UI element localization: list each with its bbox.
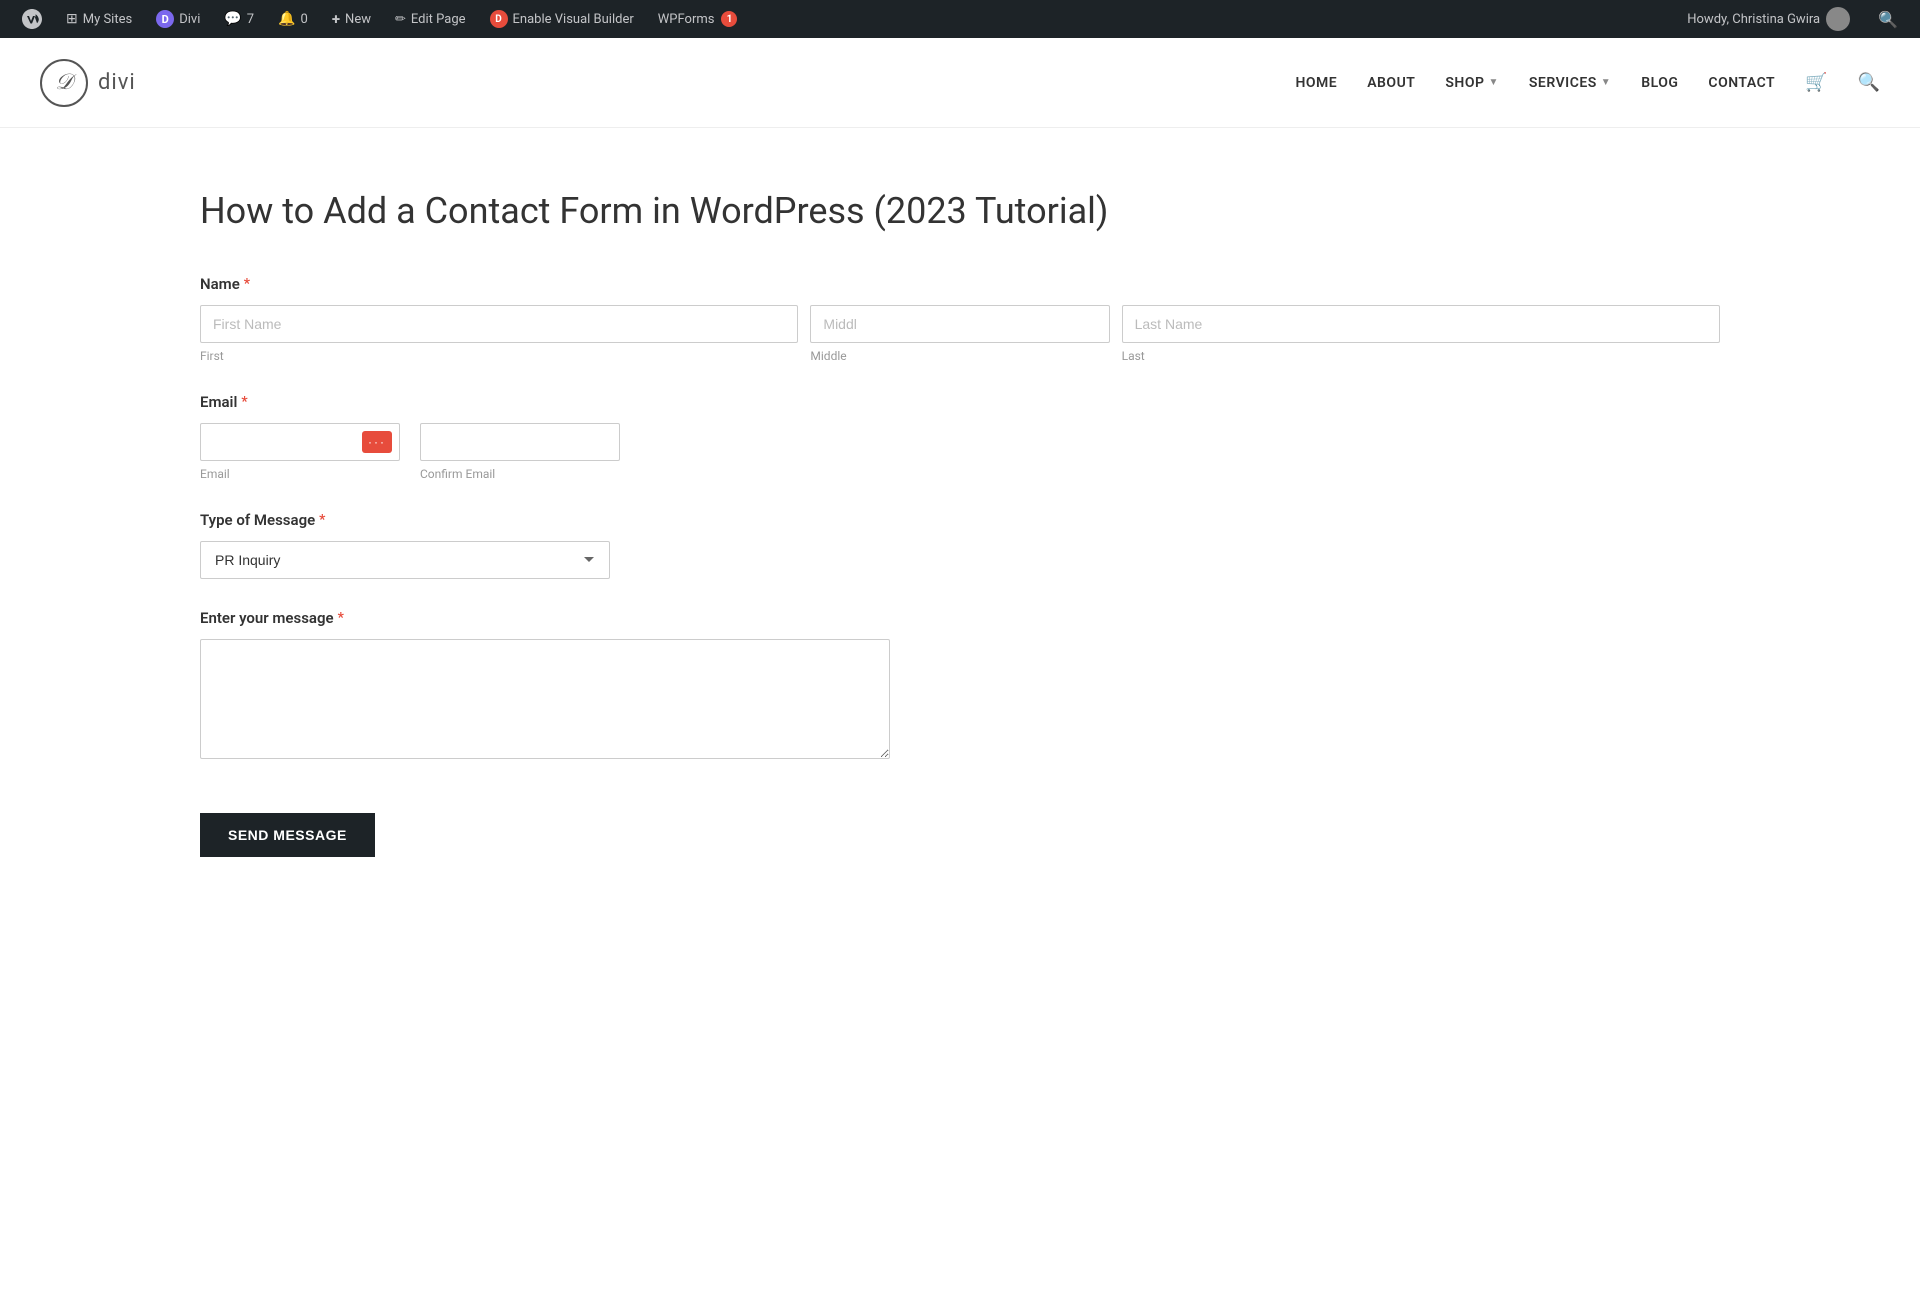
pending-count: 0 (301, 12, 308, 27)
enable-visual-builder-link[interactable]: D Enable Visual Builder (480, 0, 644, 38)
site-header: 𝒟 divi Home About Shop ▼ Services ▼ Blog… (0, 38, 1920, 128)
page-title: How to Add a Contact Form in WordPress (… (200, 188, 1720, 235)
pending-icon: 🔔 (278, 11, 295, 27)
services-dropdown-icon: ▼ (1601, 77, 1611, 88)
comments-link[interactable]: 💬 7 (214, 0, 264, 38)
nav-services[interactable]: Services ▼ (1529, 75, 1611, 91)
site-nav: Home About Shop ▼ Services ▼ Blog Contac… (1295, 72, 1880, 93)
wordpress-logo-link[interactable] (12, 0, 52, 38)
middle-name-wrapper: Middle (810, 305, 1109, 363)
new-link[interactable]: + New (322, 0, 381, 38)
shop-dropdown-icon: ▼ (1488, 77, 1498, 88)
email-label: Email * (200, 393, 1720, 411)
type-required-star: * (319, 512, 325, 528)
cart-icon[interactable]: 🛒 (1805, 72, 1827, 93)
nav-shop[interactable]: Shop ▼ (1445, 75, 1499, 91)
name-required-star: * (244, 276, 250, 292)
new-label: New (345, 12, 371, 27)
my-sites-link[interactable]: ⊞ My Sites (56, 0, 142, 38)
wordpress-icon (22, 9, 42, 29)
divi-label: Divi (179, 12, 200, 27)
logo-letter: 𝒟 (55, 70, 73, 95)
submit-button[interactable]: Send Message (200, 813, 375, 857)
message-type-select[interactable]: PR Inquiry General Inquiry Support Other (200, 541, 610, 579)
pending-link[interactable]: 🔔 0 (268, 0, 318, 38)
comments-count: 7 (247, 12, 254, 27)
email-sub-label: Email (200, 467, 400, 481)
nav-home[interactable]: Home (1295, 75, 1337, 91)
avatar (1826, 7, 1850, 31)
main-content: How to Add a Contact Form in WordPress (… (0, 128, 1920, 937)
confirm-email-input[interactable] (420, 423, 620, 461)
name-fields-row: First Middle Last (200, 305, 1720, 363)
message-type-field-group: Type of Message * PR Inquiry General Inq… (200, 511, 1720, 579)
first-sub-label: First (200, 349, 798, 363)
divi-link[interactable]: D Divi (146, 0, 210, 38)
visual-builder-icon: D (490, 10, 508, 28)
first-name-input[interactable] (200, 305, 798, 343)
howdy-section: Howdy, Christina Gwira (1679, 7, 1858, 31)
confirm-email-sub-label: Confirm Email (420, 467, 620, 481)
pencil-icon: ✏ (395, 12, 406, 27)
wpforms-badge: 1 (721, 11, 737, 27)
nav-search-icon[interactable]: 🔍 (1858, 72, 1880, 93)
message-textarea[interactable] (200, 639, 890, 759)
site-logo[interactable]: 𝒟 divi (40, 59, 136, 107)
last-name-input[interactable] (1122, 305, 1720, 343)
first-name-wrapper: First (200, 305, 798, 363)
email-required-star: * (241, 394, 247, 410)
admin-bar-left: ⊞ My Sites D Divi 💬 7 🔔 0 + New ✏ Edit P… (12, 0, 1679, 38)
dots-icon: ··· (368, 435, 386, 449)
type-of-message-label: Type of Message * (200, 511, 1720, 529)
last-name-wrapper: Last (1122, 305, 1720, 363)
edit-page-label: Edit Page (411, 12, 466, 27)
middle-sub-label: Middle (810, 349, 1109, 363)
admin-search-icon[interactable]: 🔍 (1868, 10, 1908, 29)
email-wrapper: ··· Email (200, 423, 400, 481)
howdy-text: Howdy, Christina Gwira (1687, 12, 1820, 27)
logo-brand-name: divi (98, 70, 136, 95)
name-field-group: Name * First Middle Last (200, 275, 1720, 363)
comment-bubble-icon: 💬 (224, 11, 241, 27)
divi-d-icon: D (156, 10, 174, 28)
enable-visual-builder-label: Enable Visual Builder (513, 12, 634, 27)
nav-about[interactable]: About (1367, 75, 1415, 91)
email-dots-button[interactable]: ··· (362, 431, 392, 453)
message-field-label: Enter your message * (200, 609, 1720, 627)
message-field-group: Enter your message * (200, 609, 1720, 763)
nav-blog[interactable]: Blog (1641, 75, 1678, 91)
name-label: Name * (200, 275, 1720, 293)
email-fields-row: ··· Email Confirm Email (200, 423, 1720, 481)
message-required-star: * (338, 610, 344, 626)
last-sub-label: Last (1122, 349, 1720, 363)
edit-page-link[interactable]: ✏ Edit Page (385, 0, 476, 38)
wpforms-label: WPForms (658, 12, 715, 27)
admin-bar: ⊞ My Sites D Divi 💬 7 🔔 0 + New ✏ Edit P… (0, 0, 1920, 38)
admin-bar-right: Howdy, Christina Gwira 🔍 (1679, 7, 1908, 31)
logo-circle: 𝒟 (40, 59, 88, 107)
contact-form: Name * First Middle Last (200, 275, 1720, 857)
nav-contact[interactable]: Contact (1708, 75, 1775, 91)
my-sites-label: My Sites (83, 12, 132, 27)
plus-icon: + (332, 10, 340, 28)
middle-name-input[interactable] (810, 305, 1109, 343)
email-field-group: Email * ··· Email Confirm Email (200, 393, 1720, 481)
wpforms-link[interactable]: WPForms 1 (648, 0, 748, 38)
sites-icon: ⊞ (66, 11, 78, 27)
confirm-email-wrapper: Confirm Email (420, 423, 620, 481)
email-input-container: ··· (200, 423, 400, 461)
